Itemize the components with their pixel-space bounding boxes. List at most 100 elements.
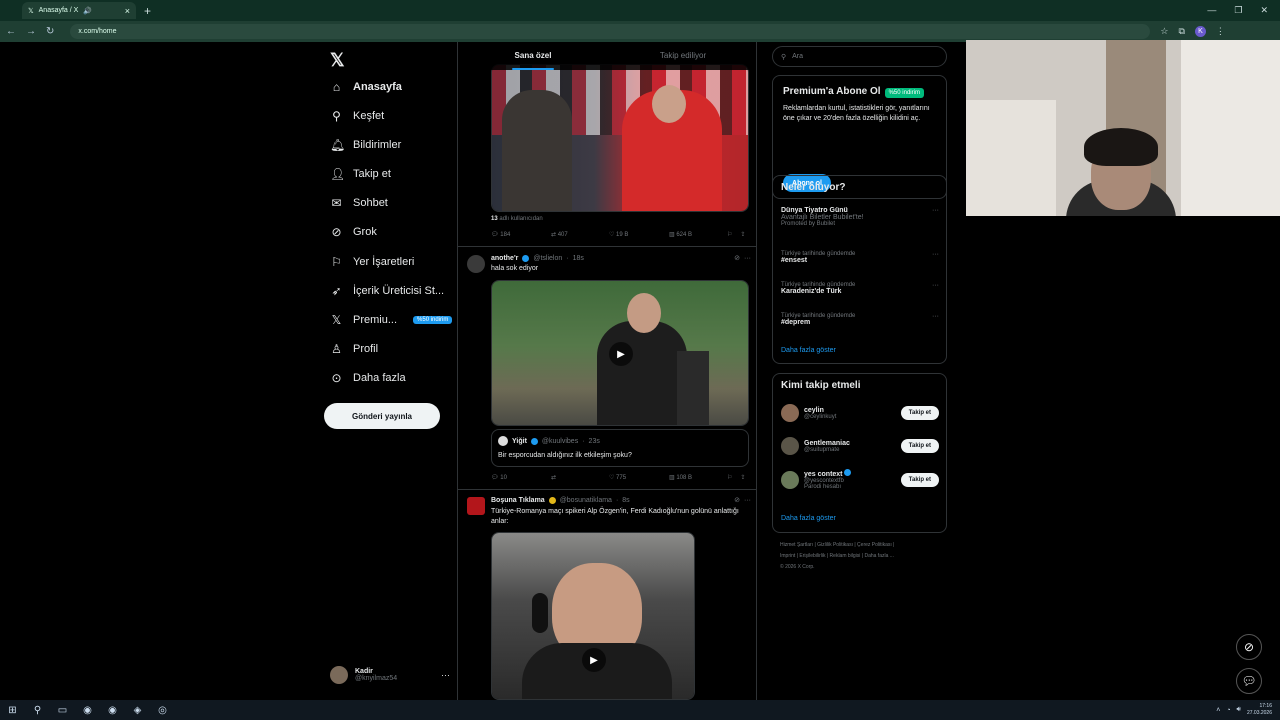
maximize-icon[interactable]: ❐ xyxy=(1234,5,1242,16)
extensions-icon[interactable]: ⧉ xyxy=(1178,26,1184,37)
nav-item-more[interactable]: ⊙ Daha fazla xyxy=(330,371,405,385)
more-dots-icon[interactable]: ··· xyxy=(744,497,751,504)
new-tab-button[interactable]: + xyxy=(144,4,151,18)
start-icon[interactable]: ⊞ xyxy=(0,705,25,716)
add-user-icon: 👤︎ xyxy=(330,167,346,181)
follow-button[interactable]: Takip et xyxy=(900,406,939,420)
browser-tab[interactable]: 𝕏 Anasayfa / X 🔊 × xyxy=(22,2,136,19)
quoted-tweet[interactable]: Yiğit @kuulvibes · 23s Bir esporcudan al… xyxy=(491,429,749,467)
nav-item-home[interactable]: ⌂ Anasayfa xyxy=(330,80,402,94)
nav-item-notifications[interactable]: 🔔︎ Bildirimler xyxy=(330,138,401,152)
grok-icon[interactable]: ⊘ xyxy=(734,254,740,262)
x-logo-icon[interactable]: 𝕏 xyxy=(330,50,345,71)
tab-following[interactable]: Takip ediliyor xyxy=(608,42,756,70)
volume-icon[interactable]: 🔊︎ xyxy=(1237,706,1241,714)
author-name[interactable]: Boşuna Tıklama xyxy=(491,497,545,504)
more-dots-icon[interactable]: ··· xyxy=(932,313,939,320)
grok-icon[interactable]: ⊘ xyxy=(1236,634,1262,660)
minimize-icon[interactable]: — xyxy=(1207,5,1216,16)
play-icon[interactable]: ▶ xyxy=(582,648,606,672)
reply-button[interactable]: 💬︎ 10 xyxy=(491,474,551,481)
nav-item-premium[interactable]: 𝕏 Premiu... %50 indirim xyxy=(330,313,453,327)
play-icon[interactable]: ▶ xyxy=(609,342,633,366)
network-icon[interactable]: ◔ xyxy=(1226,707,1230,714)
promoted-label: Promoted by Bubilet xyxy=(781,221,836,227)
follow-button[interactable]: Takip et xyxy=(900,472,939,487)
show-more-link[interactable]: Daha fazla göster xyxy=(781,515,836,522)
mail-icon: ✉ xyxy=(331,196,342,210)
trend-item-promoted[interactable]: Dünya Tiyatro Günü Avantajlı Biletler Bu… xyxy=(781,207,939,227)
profile-avatar[interactable]: K xyxy=(1194,26,1206,37)
account-handle: @knyilmaz54 xyxy=(355,675,398,682)
folder-icon[interactable]: ▭ xyxy=(50,705,75,716)
show-more-link[interactable]: Daha fazla göster xyxy=(781,347,836,354)
star-icon[interactable]: ☆ xyxy=(1160,26,1168,37)
back-icon[interactable]: ← xyxy=(6,26,16,37)
menu-icon[interactable]: ⋮ xyxy=(1216,26,1225,37)
x-icon: 𝕏 xyxy=(331,313,342,327)
rocket-icon: ➶ xyxy=(331,284,342,298)
avatar[interactable] xyxy=(467,255,485,273)
browser-tab-bar: 𝕏 Anasayfa / X 🔊 × + — ❐ ✕ xyxy=(0,0,1280,21)
bookmark-icon[interactable]: ⚐ xyxy=(727,231,732,238)
more-dots-icon[interactable]: ··· xyxy=(932,251,939,258)
close-window-icon[interactable]: ✕ xyxy=(1260,5,1268,16)
follow-suggestion[interactable]: ceylin @ceylinkuyt Takip et xyxy=(781,404,939,422)
account-switcher[interactable]: Kadir @knyilmaz54 ··· xyxy=(330,666,450,684)
like-button[interactable]: ♡ 19 B xyxy=(609,231,669,238)
share-icon[interactable]: ⇪ xyxy=(740,474,745,481)
retweet-button[interactable]: ⇄ xyxy=(551,474,609,481)
trend-item[interactable]: Türkiye tarihinde gündemde Karadeniz'de … xyxy=(781,282,939,295)
chat-icon[interactable]: 💬︎ xyxy=(1236,668,1262,694)
chevron-up-icon[interactable]: ˄ xyxy=(1216,707,1220,714)
avatar[interactable] xyxy=(467,497,485,515)
follow-button[interactable]: Takip et xyxy=(900,439,939,453)
chrome-icon[interactable]: ◉ xyxy=(100,705,125,716)
grok-icon[interactable]: ⊘ xyxy=(734,496,740,504)
bookmark-icon: ⚐ xyxy=(331,255,342,269)
reply-button[interactable]: 💬︎ 184 xyxy=(491,231,551,238)
follow-suggestion[interactable]: Gentlemaniac @suitupmate Takip et xyxy=(781,437,939,455)
nav-item-bookmarks[interactable]: ⚐ Yer İşaretleri xyxy=(330,255,414,269)
retweet-button[interactable]: ⇄ 407 xyxy=(551,231,609,238)
more-dots-icon[interactable]: ··· xyxy=(441,670,450,680)
chrome-icon[interactable]: ◉ xyxy=(75,705,100,716)
share-icon[interactable]: ⇪ xyxy=(740,231,745,238)
like-button[interactable]: ♡ 775 xyxy=(609,474,669,481)
views-button[interactable]: ▥ 624 B xyxy=(669,231,727,238)
app-icon[interactable]: ◈ xyxy=(125,705,150,716)
tweet-image[interactable] xyxy=(491,64,749,212)
nav-item-grok[interactable]: ⊘ Grok xyxy=(330,225,376,239)
url-field[interactable]: x.com/home xyxy=(70,24,1151,39)
clock[interactable]: 17:16 27.03.2026 xyxy=(1247,703,1272,717)
tweet-video[interactable]: ▶ xyxy=(491,532,695,700)
nav-item-follow[interactable]: 👤︎ Takip et xyxy=(330,167,391,181)
close-tab-icon[interactable]: × xyxy=(125,6,130,16)
bookmark-icon[interactable]: ⚐ xyxy=(727,474,732,481)
follow-suggestion[interactable]: yes context @yescontextfb Parodi hesabı T… xyxy=(781,469,939,490)
author-handle: @tslielon xyxy=(533,254,563,262)
grok-icon: ⊘ xyxy=(331,225,342,239)
more-circle-icon: ⊙ xyxy=(331,371,342,385)
more-dots-icon[interactable]: ··· xyxy=(932,207,939,214)
trend-item[interactable]: Türkiye tarihinde gündemde #deprem ··· xyxy=(781,313,939,326)
search-icon[interactable]: ⚲ xyxy=(25,705,50,716)
more-dots-icon[interactable]: ··· xyxy=(744,255,751,262)
nav-item-profile[interactable]: ♙ Profil xyxy=(330,342,378,356)
divider xyxy=(458,489,756,490)
forward-icon[interactable]: → xyxy=(26,26,36,37)
views-button[interactable]: ▥ 108 B xyxy=(669,474,727,481)
reload-icon[interactable]: ↻ xyxy=(46,26,54,37)
nav-item-creator-studio[interactable]: ➶ İçerik Üreticisi St... xyxy=(330,284,444,298)
nav-item-explore[interactable]: ⚲ Keşfet xyxy=(330,109,384,123)
trend-item[interactable]: Türkiye tarihinde gündemde #ensest ··· xyxy=(781,251,939,264)
record-icon[interactable]: ◎ xyxy=(150,705,175,716)
tab-for-you[interactable]: Sana özel xyxy=(458,42,608,70)
author-name[interactable]: anothe'r xyxy=(491,255,518,262)
speaker-icon[interactable]: 🔊 xyxy=(83,7,92,15)
search-input[interactable]: ⚲ Ara xyxy=(772,46,947,67)
tweet-video[interactable]: ▶ xyxy=(491,280,749,426)
more-dots-icon[interactable]: ··· xyxy=(932,282,939,289)
nav-item-messages[interactable]: ✉ Sohbet xyxy=(330,196,387,210)
post-button[interactable]: Gönderi yayınla xyxy=(324,403,440,429)
